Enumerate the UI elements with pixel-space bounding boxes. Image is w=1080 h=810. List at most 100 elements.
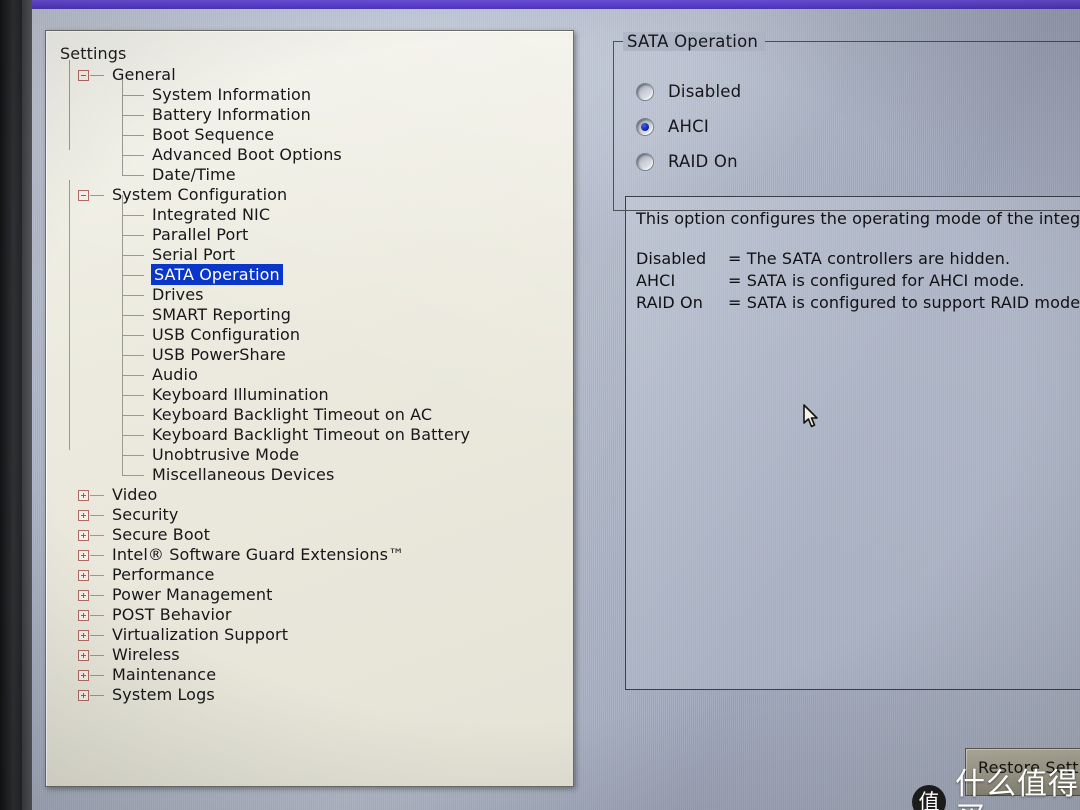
tree-group-maintenance[interactable]: Maintenance [60,665,573,685]
tree-connector-line [122,395,144,396]
tree-connector-line [122,95,144,96]
expand-plus-icon[interactable] [78,630,89,641]
tree-connector-line [90,635,104,636]
tree-group-post-behavior[interactable]: POST Behavior [60,605,573,625]
sata-operation-radio-group[interactable]: Disabled AHCI RAID On [637,74,741,179]
tree-group-label: System Configuration [112,185,288,204]
tree-item-label: Keyboard Illumination [152,385,329,404]
tree-connector-line [122,455,123,475]
tree-item-boot-sequence[interactable]: Boot Sequence [60,115,573,145]
tree-connector-line [122,235,123,255]
expand-plus-icon[interactable] [78,690,89,701]
tree-item-label: Advanced Boot Options [152,145,342,164]
tree-item-parallel-port[interactable]: Parallel Port [60,215,573,245]
tree-connector-line [90,595,104,596]
expand-plus-icon[interactable] [78,590,89,601]
expand-plus-icon[interactable] [78,490,89,501]
tree-connector-line [122,155,144,156]
tree-item-label: SATA Operation [152,265,282,284]
tree-connector-line [122,415,144,416]
tree-item-keyboard-backlight-timeout-on-battery[interactable]: Keyboard Backlight Timeout on Battery [60,415,573,445]
tree-item-advanced-boot-options[interactable]: Advanced Boot Options [60,135,573,165]
tree-connector-line [122,315,144,316]
radio-button-icon[interactable] [637,153,653,170]
tree-item-integrated-nic[interactable]: Integrated NIC [60,195,573,225]
tree-group-virtualization-support[interactable]: Virtualization Support [60,625,573,645]
tree-group-label: System Logs [112,685,215,704]
settings-tree[interactable]: Settings General System Information Batter… [46,31,573,705]
tree-connector-line [122,375,144,376]
expand-plus-icon[interactable] [78,610,89,621]
expand-plus-icon[interactable] [78,650,89,661]
tree-item-label: Keyboard Backlight Timeout on AC [152,405,433,424]
tree-group-security[interactable]: Security [60,505,573,525]
collapse-minus-icon[interactable] [78,190,89,201]
expand-plus-icon[interactable] [78,510,89,521]
tree-connector-line [122,175,144,176]
tree-connector-line [90,675,104,676]
expand-plus-icon[interactable] [78,570,89,581]
tree-item-sata-operation[interactable]: SATA Operation [60,255,573,285]
tree-item-system-information[interactable]: System Information [60,75,573,105]
tree-group-system-logs[interactable]: System Logs [60,685,573,705]
tree-item-label: USB Configuration [152,325,301,344]
tree-group-system-configuration[interactable]: System Configuration [60,185,573,205]
radio-button-selected-icon[interactable] [637,118,653,135]
watermark-text: 什么值得买 [955,767,1079,810]
tree-group-label: Secure Boot [112,525,211,544]
radio-button-icon[interactable] [637,83,653,100]
tree-item-label: Integrated NIC [152,205,271,224]
tree-item-keyboard-illumination[interactable]: Keyboard Illumination [60,375,573,405]
tree-group-intel-software-guard-extensions[interactable]: Intel® Software Guard Extensions™ [60,545,573,565]
tree-group-video[interactable]: Video [60,485,573,505]
tree-item-label: Date/Time [152,165,236,184]
expand-plus-icon[interactable] [78,530,89,541]
tree-group-label: Virtualization Support [112,625,289,644]
tree-group-power-management[interactable]: Power Management [60,585,573,605]
tree-item-label: Battery Information [152,105,311,124]
tree-connector-line [122,95,123,115]
expand-plus-icon[interactable] [78,550,89,561]
tree-connector-line [122,335,144,336]
radio-option-raid-on[interactable]: RAID On [637,144,741,179]
tree-group-label: Performance [112,565,215,584]
tree-item-audio[interactable]: Audio [60,355,573,385]
radio-option-label: Disabled [668,82,742,101]
tree-item-keyboard-backlight-timeout-on-ac[interactable]: Keyboard Backlight Timeout on AC [60,395,573,425]
tree-group-performance[interactable]: Performance [60,565,573,585]
tree-connector-line [90,195,104,196]
tree-connector-line [90,535,104,536]
tree-item-usb-powershare[interactable]: USB PowerShare [60,335,573,365]
tree-item-label: Drives [152,285,204,304]
tree-connector-line [90,575,104,576]
tree-connector-line [122,215,123,235]
tree-group-wireless[interactable]: Wireless [60,645,573,665]
radio-option-ahci[interactable]: AHCI [637,109,741,144]
tree-connector-line [122,115,144,116]
tree-item-smart-reporting[interactable]: SMART Reporting [60,295,573,325]
tree-connector-line [122,315,123,335]
tree-connector-line [122,155,123,175]
tree-group-label: Wireless [112,645,180,664]
tree-item-drives[interactable]: Drives [60,275,573,305]
tree-item-unobtrusive-mode[interactable]: Unobtrusive Mode [60,435,573,465]
tree-item-miscellaneous-devices[interactable]: Miscellaneous Devices [60,455,573,485]
tree-connector-line [90,555,104,556]
tree-connector-line [90,615,104,616]
tree-item-battery-information[interactable]: Battery Information [60,95,573,125]
settings-tree-panel[interactable]: Settings General System Information Batter… [45,30,574,787]
tree-item-date-time[interactable]: Date/Time [60,155,573,185]
tree-connector-line [122,395,123,415]
tree-item-label: Keyboard Backlight Timeout on Battery [152,425,471,444]
collapse-minus-icon[interactable] [78,70,89,81]
tree-item-usb-configuration[interactable]: USB Configuration [60,315,573,345]
tree-group-label: General [112,65,176,84]
expand-plus-icon[interactable] [78,670,89,681]
site-watermark: 值 什么值得买 [912,768,1080,810]
tree-connector-line [122,435,144,436]
radio-option-disabled[interactable]: Disabled [637,74,741,109]
tree-group-secure-boot[interactable]: Secure Boot [60,525,573,545]
sata-operation-groupbox: SATA Operation Disabled AHCI RAID On [613,32,1080,690]
tree-group-general[interactable]: General [60,65,573,85]
tree-item-serial-port[interactable]: Serial Port [60,235,573,265]
